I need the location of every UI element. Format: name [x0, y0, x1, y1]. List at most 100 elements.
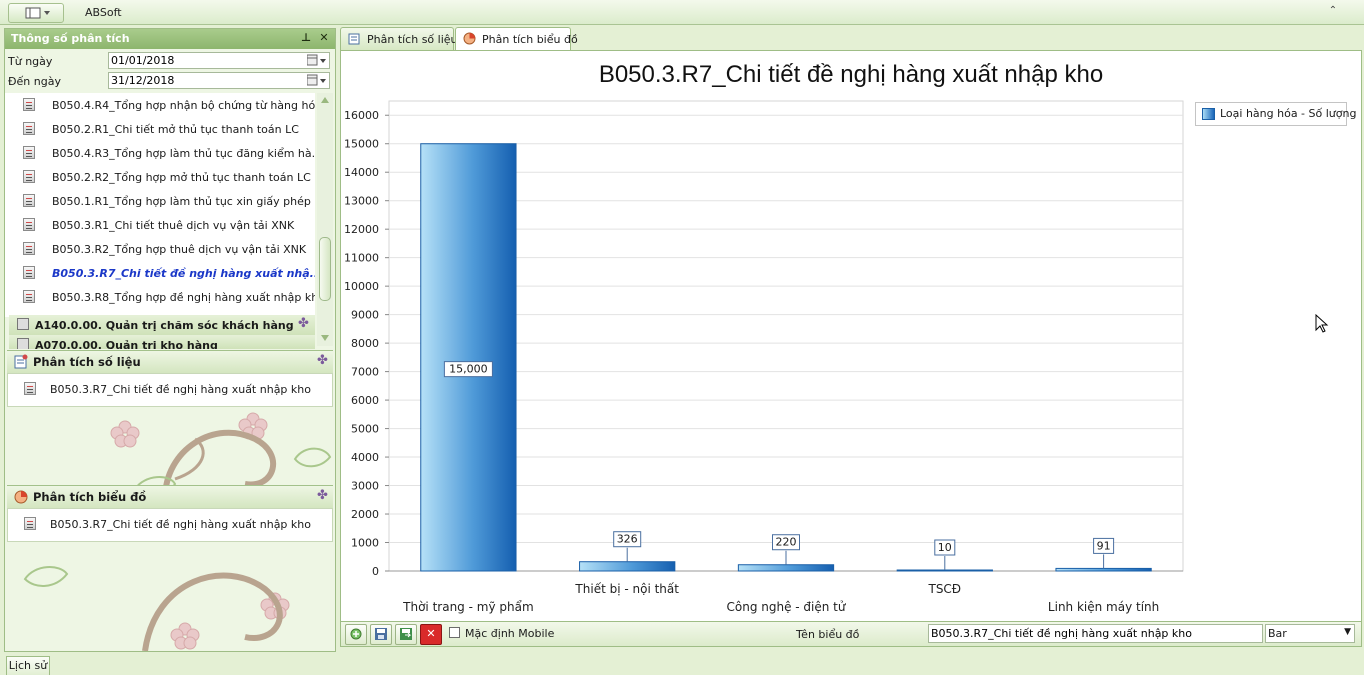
delete-button[interactable]: ✕ [420, 624, 442, 645]
chart-analysis-header[interactable]: Phân tích biểu đồ ✤ [7, 485, 333, 509]
report-item[interactable]: B050.4.R3_Tổng hợp làm thủ tục đăng kiểm… [5, 141, 315, 165]
report-icon [23, 194, 35, 207]
group-icon [17, 318, 29, 330]
y-tick-label: 5000 [351, 423, 379, 436]
y-tick-label: 10000 [344, 280, 379, 293]
from-date-label: Từ ngày [8, 55, 53, 68]
report-item[interactable]: B050.1.R1_Tổng hợp làm thủ tục xin giấy … [5, 189, 315, 213]
y-tick-label: 6000 [351, 394, 379, 407]
close-icon[interactable]: ✕ [317, 31, 331, 45]
chevron-down-icon: ▼ [1344, 627, 1351, 637]
bar[interactable] [896, 569, 993, 572]
delete-icon: ✕ [426, 627, 436, 640]
bar-chart: 0 1000 2000 3000 4000 5000 6000 7000 8000 9000 100… [344, 100, 1184, 614]
group-icon [17, 338, 29, 349]
report-item[interactable]: B050.4.R4_Tổng hợp nhận bộ chứng từ hàng… [5, 93, 315, 117]
y-tick-label: 4000 [351, 451, 379, 464]
tab-chart-analysis[interactable]: Phân tích biểu đồ [455, 27, 578, 50]
y-tick-label: 7000 [351, 366, 379, 379]
report-item[interactable]: B050.2.R2_Tổng hợp mở thủ tục thanh toán… [5, 165, 315, 189]
add-chart-button[interactable] [345, 624, 367, 645]
y-tick-label: 8000 [351, 337, 379, 350]
bar[interactable] [420, 143, 517, 572]
save-as-icon [400, 628, 412, 640]
calendar-dropdown-icon[interactable] [306, 74, 327, 87]
chart-type-value: Bar [1268, 627, 1287, 640]
group-row-customer-care[interactable]: A140.0.00. Quản trị chăm sóc khách hàng … [9, 315, 315, 335]
report-icon [23, 218, 35, 231]
collapse-ribbon-icon[interactable]: ⌃ [1326, 4, 1340, 18]
report-icon [23, 170, 35, 183]
to-date-row: Đến ngày [5, 71, 335, 91]
chart-toolbar: ✕ Mặc định Mobile Tên biểu đồ Bar ▼ [340, 622, 1362, 647]
report-icon [24, 517, 36, 530]
expand-clover-icon[interactable]: ✤ [298, 316, 309, 331]
save-icon [375, 628, 387, 640]
report-icon [23, 146, 35, 159]
mobile-default-label: Mặc định Mobile [465, 627, 555, 640]
report-item[interactable]: B050.3.R8_Tổng hợp đề nghị hàng xuất nhậ… [5, 285, 315, 309]
chart-panel: B050.3.R7_Chi tiết đề nghị hàng xuất nhậ… [340, 50, 1362, 622]
from-date-row: Từ ngày [5, 51, 335, 71]
data-label: 220 [776, 536, 797, 549]
category-label: TSCĐ [927, 582, 961, 596]
report-icon [23, 98, 35, 111]
data-label: 15,000 [449, 363, 488, 376]
y-tick-label: 15000 [344, 138, 379, 151]
save-button[interactable] [370, 624, 392, 645]
y-tick-label: 1000 [351, 537, 379, 550]
app-title: ABSoft [85, 6, 122, 19]
history-tab[interactable]: Lịch sử [6, 656, 50, 675]
from-date-input[interactable] [108, 52, 330, 69]
mobile-default-checkbox[interactable] [449, 627, 460, 638]
report-item[interactable]: B050.3.R1_Chi tiết thuê dịch vụ vận tải … [5, 213, 315, 237]
expand-clover-icon[interactable]: ✤ [317, 488, 328, 503]
report-icon [23, 122, 35, 135]
report-item[interactable]: B050.3.R2_Tổng hợp thuê dịch vụ vận tải … [5, 237, 315, 261]
expand-clover-icon[interactable]: ✤ [317, 353, 328, 368]
pin-icon[interactable]: ⊥ [299, 31, 313, 45]
calendar-dropdown-icon[interactable] [306, 54, 327, 67]
chart-analysis-item[interactable]: B050.3.R7_Chi tiết đề nghị hàng xuất nhậ… [7, 508, 333, 542]
chart-type-select[interactable]: Bar ▼ [1265, 624, 1355, 643]
bar[interactable] [737, 564, 835, 572]
tab-numeric-analysis[interactable]: Phân tích số liệu [340, 27, 458, 50]
y-tick-label: 11000 [344, 252, 379, 265]
pie-chart-icon [14, 490, 28, 504]
chart-name-label: Tên biểu đồ [796, 628, 860, 641]
panel-title: Thông số phân tích [11, 32, 130, 45]
scroll-thumb[interactable] [319, 237, 331, 301]
to-date-input[interactable] [108, 72, 330, 89]
y-tick-label: 12000 [344, 223, 379, 236]
report-item-selected[interactable]: B050.3.R7_Chi tiết đề nghị hàng xuất nhậ… [5, 261, 315, 285]
bar[interactable] [1055, 567, 1152, 572]
category-label: Công nghệ - điện tử [727, 600, 847, 614]
y-tick-label: 0 [372, 565, 379, 578]
numeric-analysis-item[interactable]: B050.3.R7_Chi tiết đề nghị hàng xuất nhậ… [7, 373, 333, 407]
to-date-label: Đến ngày [8, 75, 61, 88]
report-item[interactable]: B050.2.R1_Chi tiết mở thủ tục thanh toán… [5, 117, 315, 141]
report-icon [23, 290, 35, 303]
report-icon [24, 382, 36, 395]
report-icon [23, 266, 35, 279]
data-label: 91 [1097, 539, 1111, 552]
report-list-scrollbar[interactable] [317, 93, 333, 346]
category-label: Linh kiện máy tính [1048, 600, 1159, 614]
save-as-button[interactable] [395, 624, 417, 645]
chart-name-input[interactable] [928, 624, 1263, 643]
numeric-analysis-header[interactable]: Phân tích số liệu ✤ [7, 350, 333, 374]
data-label: 10 [938, 541, 952, 554]
y-tick-label: 13000 [344, 195, 379, 208]
title-bar: ABSoft ⌃ [0, 0, 1364, 25]
app-menu-button[interactable] [8, 3, 64, 23]
scroll-arrows [321, 97, 329, 341]
data-label: 326 [617, 533, 638, 546]
y-tick-label: 16000 [344, 109, 379, 122]
bar[interactable] [579, 561, 676, 572]
report-list: B050.4.R4_Tổng hợp nhận bộ chứng từ hàng… [5, 93, 315, 317]
table-report-icon [14, 354, 28, 369]
report-icon [23, 242, 35, 255]
group-row-warehouse[interactable]: A070.0.00. Quản trị kho hàng [9, 335, 315, 349]
panel-header: Thông số phân tích ⊥ ✕ [5, 29, 335, 49]
pie-chart-icon [463, 32, 476, 45]
